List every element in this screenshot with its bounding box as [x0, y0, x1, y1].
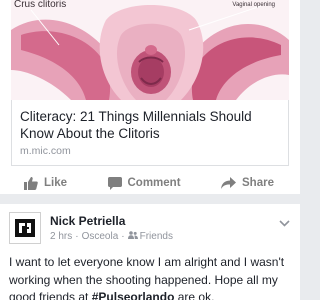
post-location[interactable]: Osceola	[82, 231, 119, 242]
link-domain: m.mic.com	[20, 145, 71, 157]
share-button[interactable]: Share	[221, 177, 274, 189]
link-text-area[interactable]: Cliteracy: 21 Things Millennials Should …	[11, 100, 289, 166]
comment-label: Comment	[127, 177, 181, 189]
share-label: Share	[242, 177, 274, 189]
speech-bubble-icon	[107, 176, 122, 190]
shared-link-card: Crus clitoris Vaginal opening Cliteracy:…	[0, 0, 300, 194]
post-body-end: are ok.	[174, 290, 215, 300]
post-time[interactable]: 2 hrs	[50, 231, 72, 242]
post-card: Nick Petriella 2 hrs · Osceola · Friends…	[0, 204, 300, 300]
comment-button[interactable]: Comment	[107, 176, 181, 190]
anatomy-illustration	[11, 0, 289, 100]
thumbs-up-icon	[24, 176, 38, 190]
image-label-vaginal-opening: Vaginal opening	[232, 2, 275, 8]
avatar-image	[10, 213, 40, 243]
chevron-down-icon[interactable]	[279, 214, 290, 232]
link-preview-image[interactable]: Crus clitoris Vaginal opening	[11, 0, 289, 100]
meta-separator: ·	[121, 231, 125, 242]
news-feed: Crus clitoris Vaginal opening Cliteracy:…	[0, 0, 300, 300]
friends-icon	[127, 231, 140, 242]
post-body: I want to let everyone know I am alright…	[9, 254, 293, 300]
author-name[interactable]: Nick Petriella	[50, 214, 125, 228]
post-action-bar: Like Comment Share	[0, 172, 300, 194]
share-arrow-icon	[221, 177, 237, 189]
link-title[interactable]: Cliteracy: 21 Things Millennials Should …	[20, 108, 280, 142]
post-audience[interactable]: Friends	[140, 231, 173, 242]
meta-separator: ·	[75, 231, 79, 242]
like-button[interactable]: Like	[24, 176, 68, 190]
hashtag-link[interactable]: #Pulseorlando	[92, 290, 175, 300]
image-label-crus: Crus clitoris	[14, 0, 67, 10]
post-meta: 2 hrs · Osceola · Friends	[50, 231, 173, 242]
like-label: Like	[44, 177, 68, 189]
avatar[interactable]	[9, 212, 41, 244]
